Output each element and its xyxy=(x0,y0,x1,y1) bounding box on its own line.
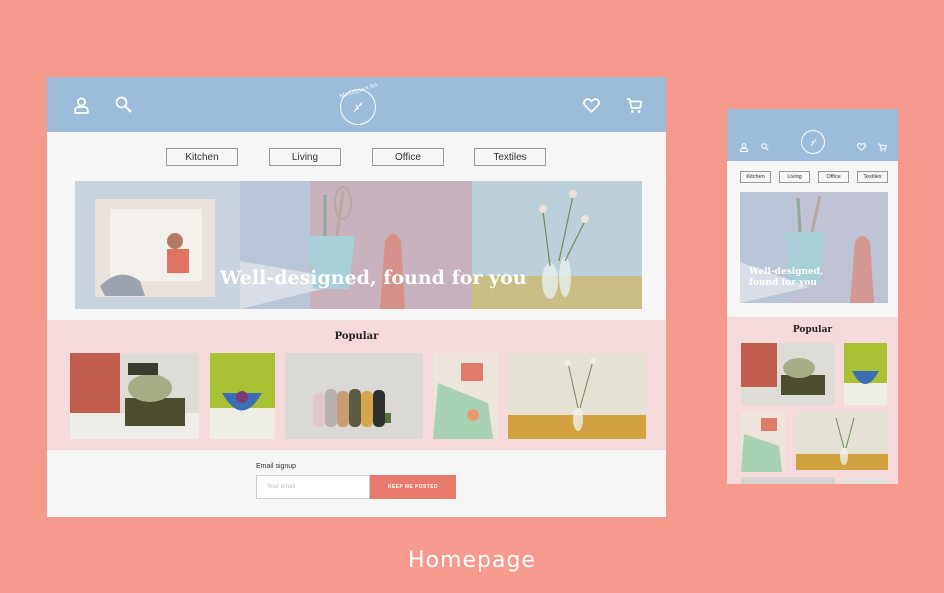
product-thumbnail[interactable] xyxy=(70,353,199,439)
product-thumbnail[interactable] xyxy=(844,343,887,405)
user-icon[interactable] xyxy=(740,143,748,152)
category-nav: Kitchen Living Office Textiles xyxy=(47,148,666,166)
product-image xyxy=(285,353,423,439)
product-image xyxy=(741,412,785,472)
hero-banner[interactable]: Well-designed, found for you xyxy=(740,192,888,303)
product-image xyxy=(508,353,646,439)
product-thumbnail[interactable] xyxy=(741,477,835,484)
wheat-sprig-icon xyxy=(810,138,816,146)
email-input[interactable]: Your email xyxy=(256,475,370,499)
product-image xyxy=(844,343,887,405)
product-thumbnail[interactable] xyxy=(433,353,498,439)
category-kitchen[interactable]: Kitchen xyxy=(740,171,771,183)
hero-title: Well-designed, found for you xyxy=(220,267,527,289)
brand-logo[interactable] xyxy=(801,130,825,154)
category-textiles[interactable]: Textiles xyxy=(474,148,546,166)
category-kitchen[interactable]: Kitchen xyxy=(166,148,238,166)
popular-title: Popular xyxy=(334,331,379,342)
desktop-mockup: Marketplace Art Kitchen Living Office Te… xyxy=(47,77,666,517)
mobile-header xyxy=(727,109,898,161)
product-thumbnail[interactable] xyxy=(741,343,835,405)
product-image xyxy=(210,353,275,439)
product-image xyxy=(70,353,199,439)
hero-banner[interactable]: Well-designed, found for you xyxy=(75,181,642,309)
email-signup-section: Email signup Your email KEEP ME POSTED xyxy=(47,450,666,517)
search-icon[interactable] xyxy=(115,96,132,113)
product-thumbnail[interactable] xyxy=(285,353,423,439)
user-icon[interactable] xyxy=(74,97,89,114)
wheat-sprig-icon xyxy=(353,101,363,113)
product-thumbnail[interactable] xyxy=(508,353,646,439)
hero-title-line2: found for you xyxy=(749,277,817,288)
popular-section: Popular xyxy=(47,320,666,450)
product-image xyxy=(433,353,498,439)
brand-logo[interactable]: Marketplace Art xyxy=(339,82,378,125)
product-thumbnail[interactable] xyxy=(210,353,275,439)
desktop-header: Marketplace Art xyxy=(47,77,666,132)
hero-title: Well-designed, found for you xyxy=(749,267,823,288)
search-icon[interactable] xyxy=(761,143,769,151)
category-living[interactable]: Living xyxy=(779,171,810,183)
heart-icon[interactable] xyxy=(583,98,600,113)
signup-label: Email signup xyxy=(256,463,297,470)
product-thumbnail[interactable] xyxy=(796,412,888,470)
cart-icon[interactable] xyxy=(626,97,643,114)
product-image xyxy=(796,412,888,470)
category-textiles[interactable]: Textiles xyxy=(857,171,888,183)
product-thumbnail[interactable] xyxy=(741,412,785,472)
category-living[interactable]: Living xyxy=(269,148,341,166)
hero-title-line1: Well-designed, xyxy=(749,267,824,277)
page-caption: Homepage xyxy=(408,548,536,573)
keep-me-posted-button[interactable]: KEEP ME POSTED xyxy=(370,475,456,499)
heart-icon[interactable] xyxy=(857,143,866,151)
category-office[interactable]: Office xyxy=(372,148,444,166)
product-image xyxy=(741,343,835,405)
mobile-mockup: Kitchen Living Office Textiles Well-desi… xyxy=(727,109,898,484)
popular-title: Popular xyxy=(792,325,833,335)
product-thumbnail[interactable] xyxy=(844,477,887,484)
logo-wordmark: Marketplace Art xyxy=(339,82,379,100)
category-office[interactable]: Office xyxy=(818,171,849,183)
hero-image xyxy=(75,181,642,309)
cart-icon[interactable] xyxy=(878,143,887,152)
popular-section: Popular xyxy=(727,317,898,484)
